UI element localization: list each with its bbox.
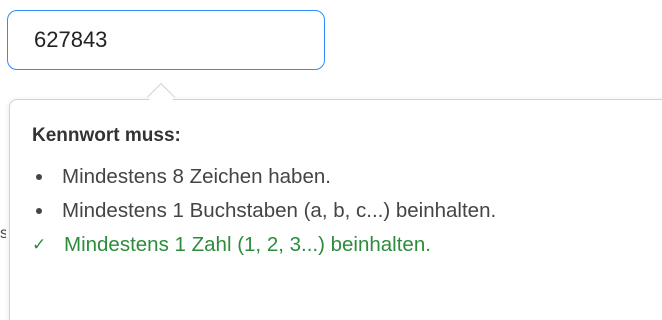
requirement-label: Mindestens 1 Buchstaben (a, b, c...) bei… xyxy=(62,199,497,222)
bullet-icon xyxy=(36,208,42,214)
requirement-min-length: Mindestens 8 Zeichen haben. xyxy=(30,160,496,194)
requirements-title: Kennwort muss: xyxy=(32,125,181,146)
requirement-label: Mindestens 8 Zeichen haben. xyxy=(62,165,331,188)
check-icon: ✓ xyxy=(32,235,47,254)
partial-background-text: s xyxy=(0,226,6,242)
bullet-icon xyxy=(36,174,42,180)
password-form: s Kennwort muss: Mindestens 8 Zeichen ha… xyxy=(0,0,662,320)
requirement-number: ✓ Mindestens 1 Zahl (1, 2, 3...) beinhal… xyxy=(30,228,496,262)
requirements-list: Mindestens 8 Zeichen haben. Mindestens 1… xyxy=(30,160,496,262)
requirement-label: Mindestens 1 Zahl (1, 2, 3...) beinhalte… xyxy=(64,233,431,256)
requirement-letter: Mindestens 1 Buchstaben (a, b, c...) bei… xyxy=(30,194,496,228)
password-input[interactable] xyxy=(7,10,325,70)
